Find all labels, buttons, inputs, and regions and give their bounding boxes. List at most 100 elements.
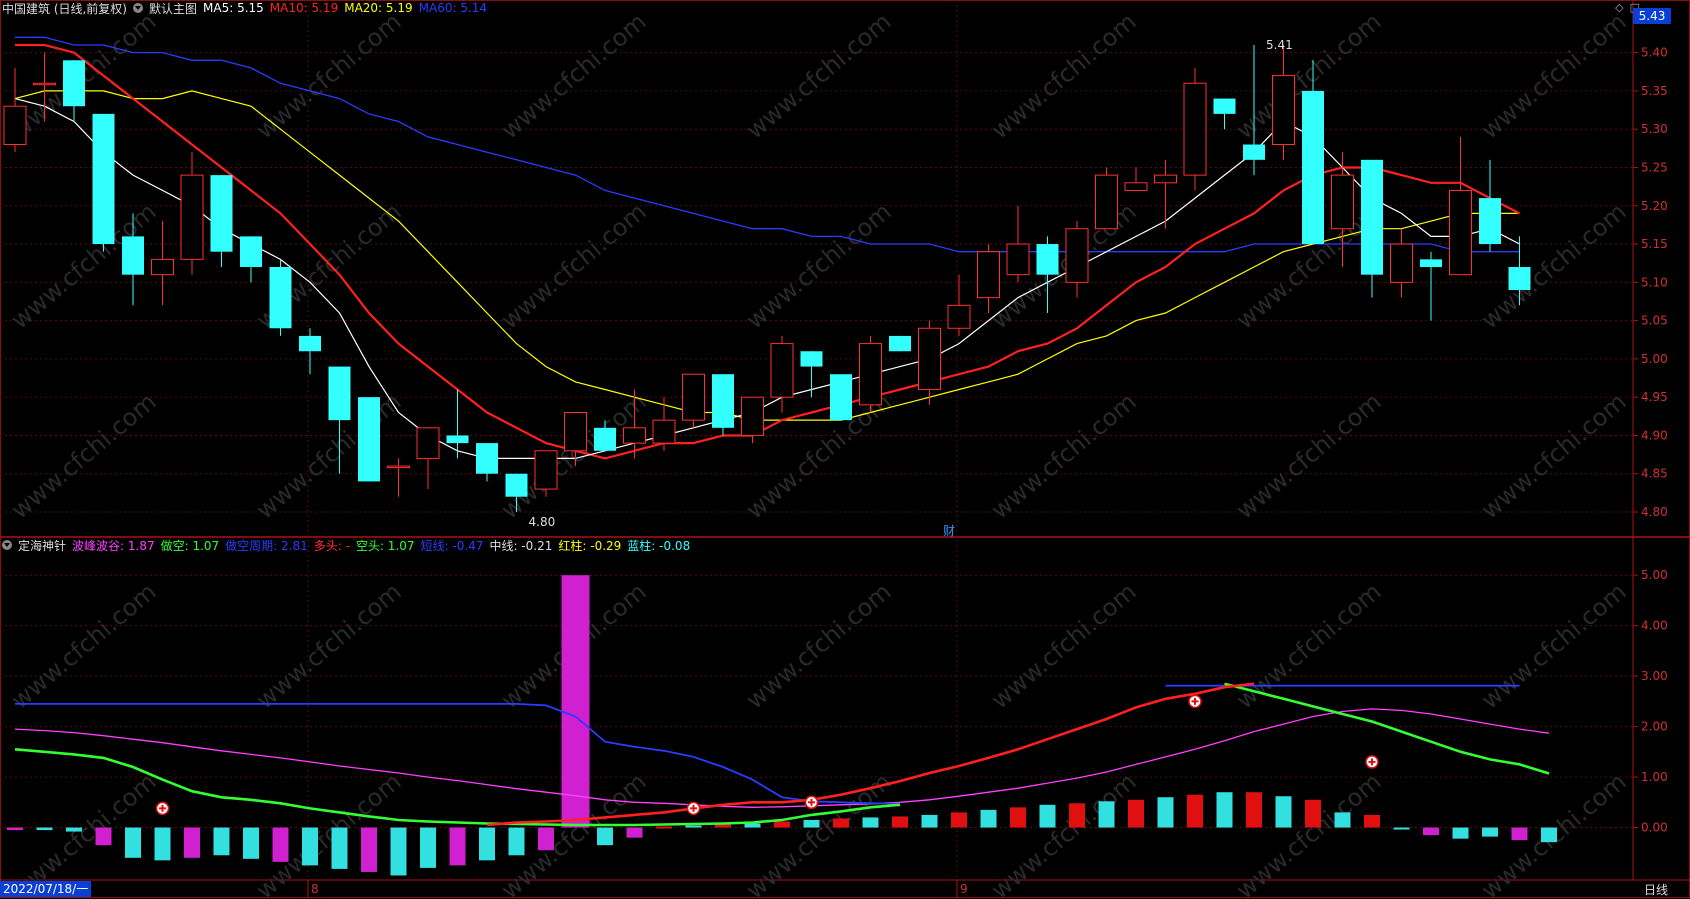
- watermark-text: www.cfchi.com: [986, 577, 1142, 714]
- indicator-name[interactable]: 定海神针: [18, 537, 66, 554]
- histogram-bar: [1393, 827, 1410, 830]
- kline-chart[interactable]: www.cfchi.com www.cfchi.com www.cfchi.com w…: [0, 0, 1690, 899]
- watermark-text: www.cfchi.com: [741, 577, 897, 714]
- price-tick-label: 4.95: [1641, 390, 1668, 404]
- candle-body-up: [564, 411, 587, 452]
- candle-body-up: [1124, 182, 1148, 191]
- candle-body-up: [623, 427, 646, 444]
- indicator-value-3: 多头: -: [313, 538, 350, 553]
- indicator-tick-label: 5.00: [1641, 568, 1668, 582]
- indicator-value-1: 做空: 1.07: [160, 538, 220, 553]
- histogram-bar: [1069, 803, 1085, 828]
- price-tick-label: 5.35: [1641, 84, 1668, 98]
- histogram-bar: [921, 814, 938, 828]
- month-label: 9: [960, 882, 968, 896]
- candle-body-up: [1331, 174, 1354, 230]
- dropdown-icon[interactable]: [2, 540, 12, 550]
- price-tick-label: 4.90: [1641, 428, 1668, 442]
- histogram-bar: [1334, 812, 1351, 828]
- candle-body-down: [240, 236, 262, 268]
- spike-bar: [561, 575, 590, 828]
- high-annotation: 5.41: [1266, 38, 1293, 52]
- histogram-bar: [685, 825, 702, 828]
- histogram-bar: [744, 823, 761, 828]
- candle-body-up: [741, 396, 764, 436]
- histogram-bar: [656, 826, 672, 829]
- histogram-bar: [774, 821, 790, 828]
- candle-body-down: [1420, 259, 1442, 268]
- candle-body-down: [1302, 90, 1324, 245]
- candle-body-down: [830, 374, 852, 421]
- candle-body-down: [210, 175, 233, 252]
- candle-body-down: [1213, 98, 1236, 114]
- price-tick-label: 5.15: [1641, 237, 1668, 251]
- histogram-bar: [980, 809, 997, 828]
- candle-body-down: [1479, 198, 1501, 245]
- watermark-text: www.cfchi.com: [1231, 577, 1387, 714]
- candle-body-up: [770, 343, 794, 398]
- candle-body-down: [476, 443, 498, 474]
- candle-body-down: [63, 60, 85, 107]
- watermark-text: www.cfchi.com: [741, 197, 897, 334]
- indicator-tick-label: 0.00: [1641, 821, 1668, 835]
- histogram-bar: [538, 827, 554, 851]
- histogram-bar: [1098, 801, 1115, 828]
- candle-body-up: [1449, 189, 1472, 276]
- watermark-text: www.cfchi.com: [741, 7, 897, 144]
- finance-marker[interactable]: 财: [943, 522, 955, 539]
- histogram-bar: [1452, 827, 1469, 839]
- watermark-text: www.cfchi.com: [251, 577, 407, 714]
- indicator-values: 波峰波谷: 1.87 做空: 1.07 做空周期: 2.81 多头: - 空头: 1.0…: [72, 537, 690, 554]
- price-tick-label: 5.20: [1641, 199, 1668, 213]
- candle-body-up: [387, 465, 410, 469]
- candle-body-up: [682, 373, 705, 421]
- candle-body-up: [1065, 228, 1089, 283]
- histogram-bar: [1128, 799, 1144, 828]
- watermark-text: www.cfchi.com: [6, 577, 162, 714]
- watermark-text: www.cfchi.com: [1476, 387, 1632, 524]
- price-tick-label: 4.80: [1641, 505, 1668, 519]
- candle-body-down: [1036, 244, 1059, 275]
- histogram-bar: [66, 827, 82, 832]
- indicator-value-2: 做空周期: 2.81: [225, 538, 308, 553]
- watermark-text: www.cfchi.com: [741, 387, 897, 524]
- watermark-text: www.cfchi.com: [6, 387, 162, 524]
- histogram-bar: [125, 827, 141, 858]
- main-chart-label[interactable]: 默认主图: [149, 0, 197, 17]
- indicator-value-0: 波峰波谷: 1.87: [72, 538, 155, 553]
- histogram-bar: [361, 827, 377, 872]
- price-tick-label: 4.85: [1641, 467, 1668, 481]
- histogram-bar: [626, 827, 643, 838]
- candle-body-down: [269, 267, 292, 329]
- watermark-text: www.cfchi.com: [986, 387, 1142, 524]
- indicator-tick-label: 4.00: [1641, 619, 1668, 633]
- candle-body-up: [33, 82, 56, 86]
- stock-title[interactable]: 中国建筑 (日线,前复权): [2, 0, 127, 17]
- histogram-bar: [213, 827, 230, 856]
- candle-body-up: [652, 419, 676, 444]
- candle-body-up: [1095, 174, 1118, 230]
- histogram-bar: [508, 827, 525, 856]
- indicator-tick-label: 3.00: [1641, 669, 1668, 683]
- histogram-bar: [1482, 827, 1498, 837]
- price-tick-label: 5.10: [1641, 275, 1668, 289]
- watermarks: www.cfchi.com www.cfchi.com www.cfchi.com w…: [6, 7, 1632, 899]
- diamond-icon[interactable]: ◇: [1615, 1, 1623, 14]
- indicator-header: 定海神针 波峰波谷: 1.87 做空: 1.07 做空周期: 2.81 多头: - 空头…: [0, 537, 690, 553]
- candle-body-down: [505, 473, 528, 497]
- candle-body-up: [1272, 75, 1295, 146]
- low-annotation: 4.80: [529, 515, 556, 529]
- histogram-bar: [36, 827, 53, 831]
- candle-body-up: [918, 327, 941, 391]
- current-price-tag: 5.43: [1633, 8, 1671, 24]
- watermark-text: www.cfchi.com: [496, 387, 652, 524]
- indicator-value-5: 短线: -0.47: [420, 538, 484, 553]
- period-label[interactable]: 日线: [1644, 881, 1668, 898]
- ma20-label: MA20: 5.19: [344, 1, 413, 15]
- price-tick-label: 5.30: [1641, 122, 1668, 136]
- candle-body-down: [889, 335, 911, 352]
- histogram-bar: [184, 827, 200, 858]
- candle-body-down: [328, 366, 351, 421]
- dropdown-icon[interactable]: [133, 3, 143, 13]
- candle-body-up: [947, 304, 971, 329]
